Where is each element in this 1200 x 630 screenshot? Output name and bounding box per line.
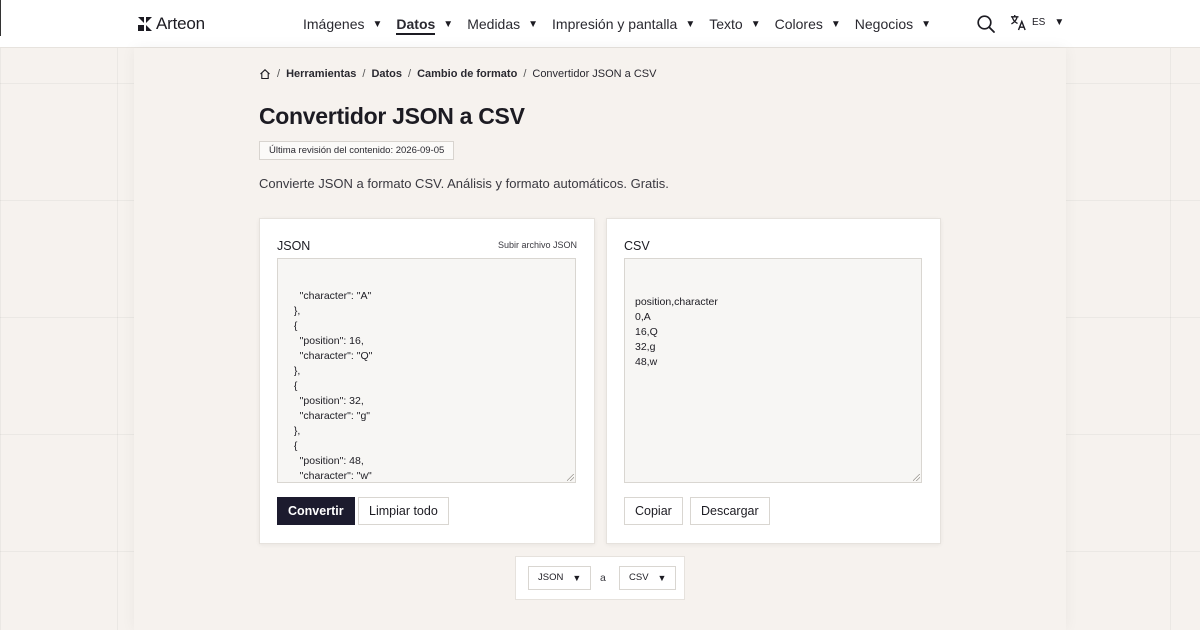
logo-text: Arteon	[156, 14, 205, 33]
nav-item-label: Texto	[709, 16, 743, 32]
csv-label: CSV	[624, 239, 650, 253]
breadcrumb-separator: /	[523, 68, 527, 80]
breadcrumb-separator: /	[277, 68, 281, 80]
json-label: JSON	[277, 239, 311, 253]
json-text: "character": "A" }, { "position": 16, "c…	[293, 290, 373, 482]
search-icon[interactable]	[976, 14, 996, 34]
breadcrumb-separator: /	[362, 68, 366, 80]
caret-down-icon: ▼	[572, 573, 582, 583]
nav-item-imagenes[interactable]: Imágenes ▼	[303, 0, 382, 48]
nav-item-label: Imágenes	[303, 16, 365, 32]
format-separator: a	[600, 572, 606, 584]
review-date-badge: Última revisión del contenido: 2026-09-0…	[259, 141, 455, 160]
format-selector-bar: JSON ▼ a CSV ▼	[515, 556, 685, 600]
csv-text: position,character 0,A 16,Q 32,g 48,w	[635, 296, 718, 368]
translate-icon	[1010, 14, 1026, 31]
nav-item-colores[interactable]: Colores ▼	[775, 0, 841, 48]
nav-item-texto[interactable]: Texto ▼	[709, 0, 760, 48]
logo[interactable]: Arteon	[137, 14, 205, 34]
nav-item-label: Negocios	[854, 16, 914, 32]
home-icon[interactable]	[259, 68, 271, 80]
breadcrumb-current: Convertidor JSON a CSV	[532, 68, 657, 80]
caret-down-icon: ▼	[685, 18, 696, 30]
caret-down-icon: ▼	[830, 18, 841, 30]
target-format-select[interactable]: CSV ▼	[619, 566, 677, 590]
main-nav: Imágenes ▼ Datos ▼ Medidas ▼ Impresión y…	[303, 0, 945, 48]
breadcrumb-item-herramientas[interactable]: Herramientas	[286, 68, 356, 80]
caret-down-icon: ▼	[372, 18, 383, 30]
page-description: Convierte JSON a formato CSV. Análisis y…	[259, 176, 669, 191]
caret-down-icon: ▼	[528, 18, 539, 30]
breadcrumb: / Herramientas / Datos / Cambio de forma…	[259, 68, 656, 80]
caret-down-icon: ▼	[750, 18, 761, 30]
breadcrumb-separator: /	[408, 68, 412, 80]
page-title: Convertidor JSON a CSV	[259, 103, 525, 129]
csv-output-card: CSV position,character 0,A 16,Q 32,g 48,…	[606, 218, 941, 544]
caret-down-icon: ▼	[921, 18, 932, 30]
resize-handle-icon[interactable]	[567, 474, 574, 481]
download-button[interactable]: Descargar	[690, 497, 770, 525]
clear-all-button[interactable]: Limpiar todo	[358, 497, 449, 525]
nav-item-negocios[interactable]: Negocios ▼	[855, 0, 931, 48]
nav-item-impresion[interactable]: Impresión y pantalla ▼	[552, 0, 695, 48]
nav-item-label: Colores	[774, 16, 823, 32]
breadcrumb-item-cambio-formato[interactable]: Cambio de formato	[417, 68, 517, 80]
convert-button[interactable]: Convertir	[277, 497, 355, 525]
nav-item-label: Impresión y pantalla	[552, 16, 678, 32]
main-content: / Herramientas / Datos / Cambio de forma…	[134, 48, 1066, 630]
caret-down-icon: ▼	[443, 18, 454, 30]
breadcrumb-item-datos[interactable]: Datos	[371, 68, 402, 80]
json-input-card: JSON Subir archivo JSON "character": "A"…	[259, 218, 595, 544]
caret-down-icon: ▼	[657, 573, 667, 583]
copy-button[interactable]: Copiar	[624, 497, 683, 525]
nav-item-datos[interactable]: Datos ▼	[396, 0, 453, 48]
source-format-value: JSON	[538, 572, 564, 583]
nav-item-medidas[interactable]: Medidas ▼	[467, 0, 538, 48]
caret-down-icon: ▼	[1054, 17, 1065, 28]
nav-item-label: Datos	[396, 16, 436, 32]
upload-json-link[interactable]: Subir archivo JSON	[498, 240, 577, 250]
resize-handle-icon[interactable]	[913, 474, 920, 481]
nav-item-label: Medidas	[467, 16, 521, 32]
window-edge	[0, 0, 1, 36]
source-format-select[interactable]: JSON ▼	[528, 566, 592, 590]
arteon-logo-icon	[138, 17, 152, 31]
json-textarea[interactable]: "character": "A" }, { "position": 16, "c…	[277, 258, 576, 483]
target-format-value: CSV	[629, 572, 649, 583]
language-selector[interactable]: ES ▼	[1010, 14, 1064, 31]
csv-textarea[interactable]: position,character 0,A 16,Q 32,g 48,w	[624, 258, 922, 483]
top-header: Arteon Imágenes ▼ Datos ▼ Medidas ▼ Impr…	[0, 0, 1200, 48]
language-code: ES	[1032, 17, 1046, 28]
